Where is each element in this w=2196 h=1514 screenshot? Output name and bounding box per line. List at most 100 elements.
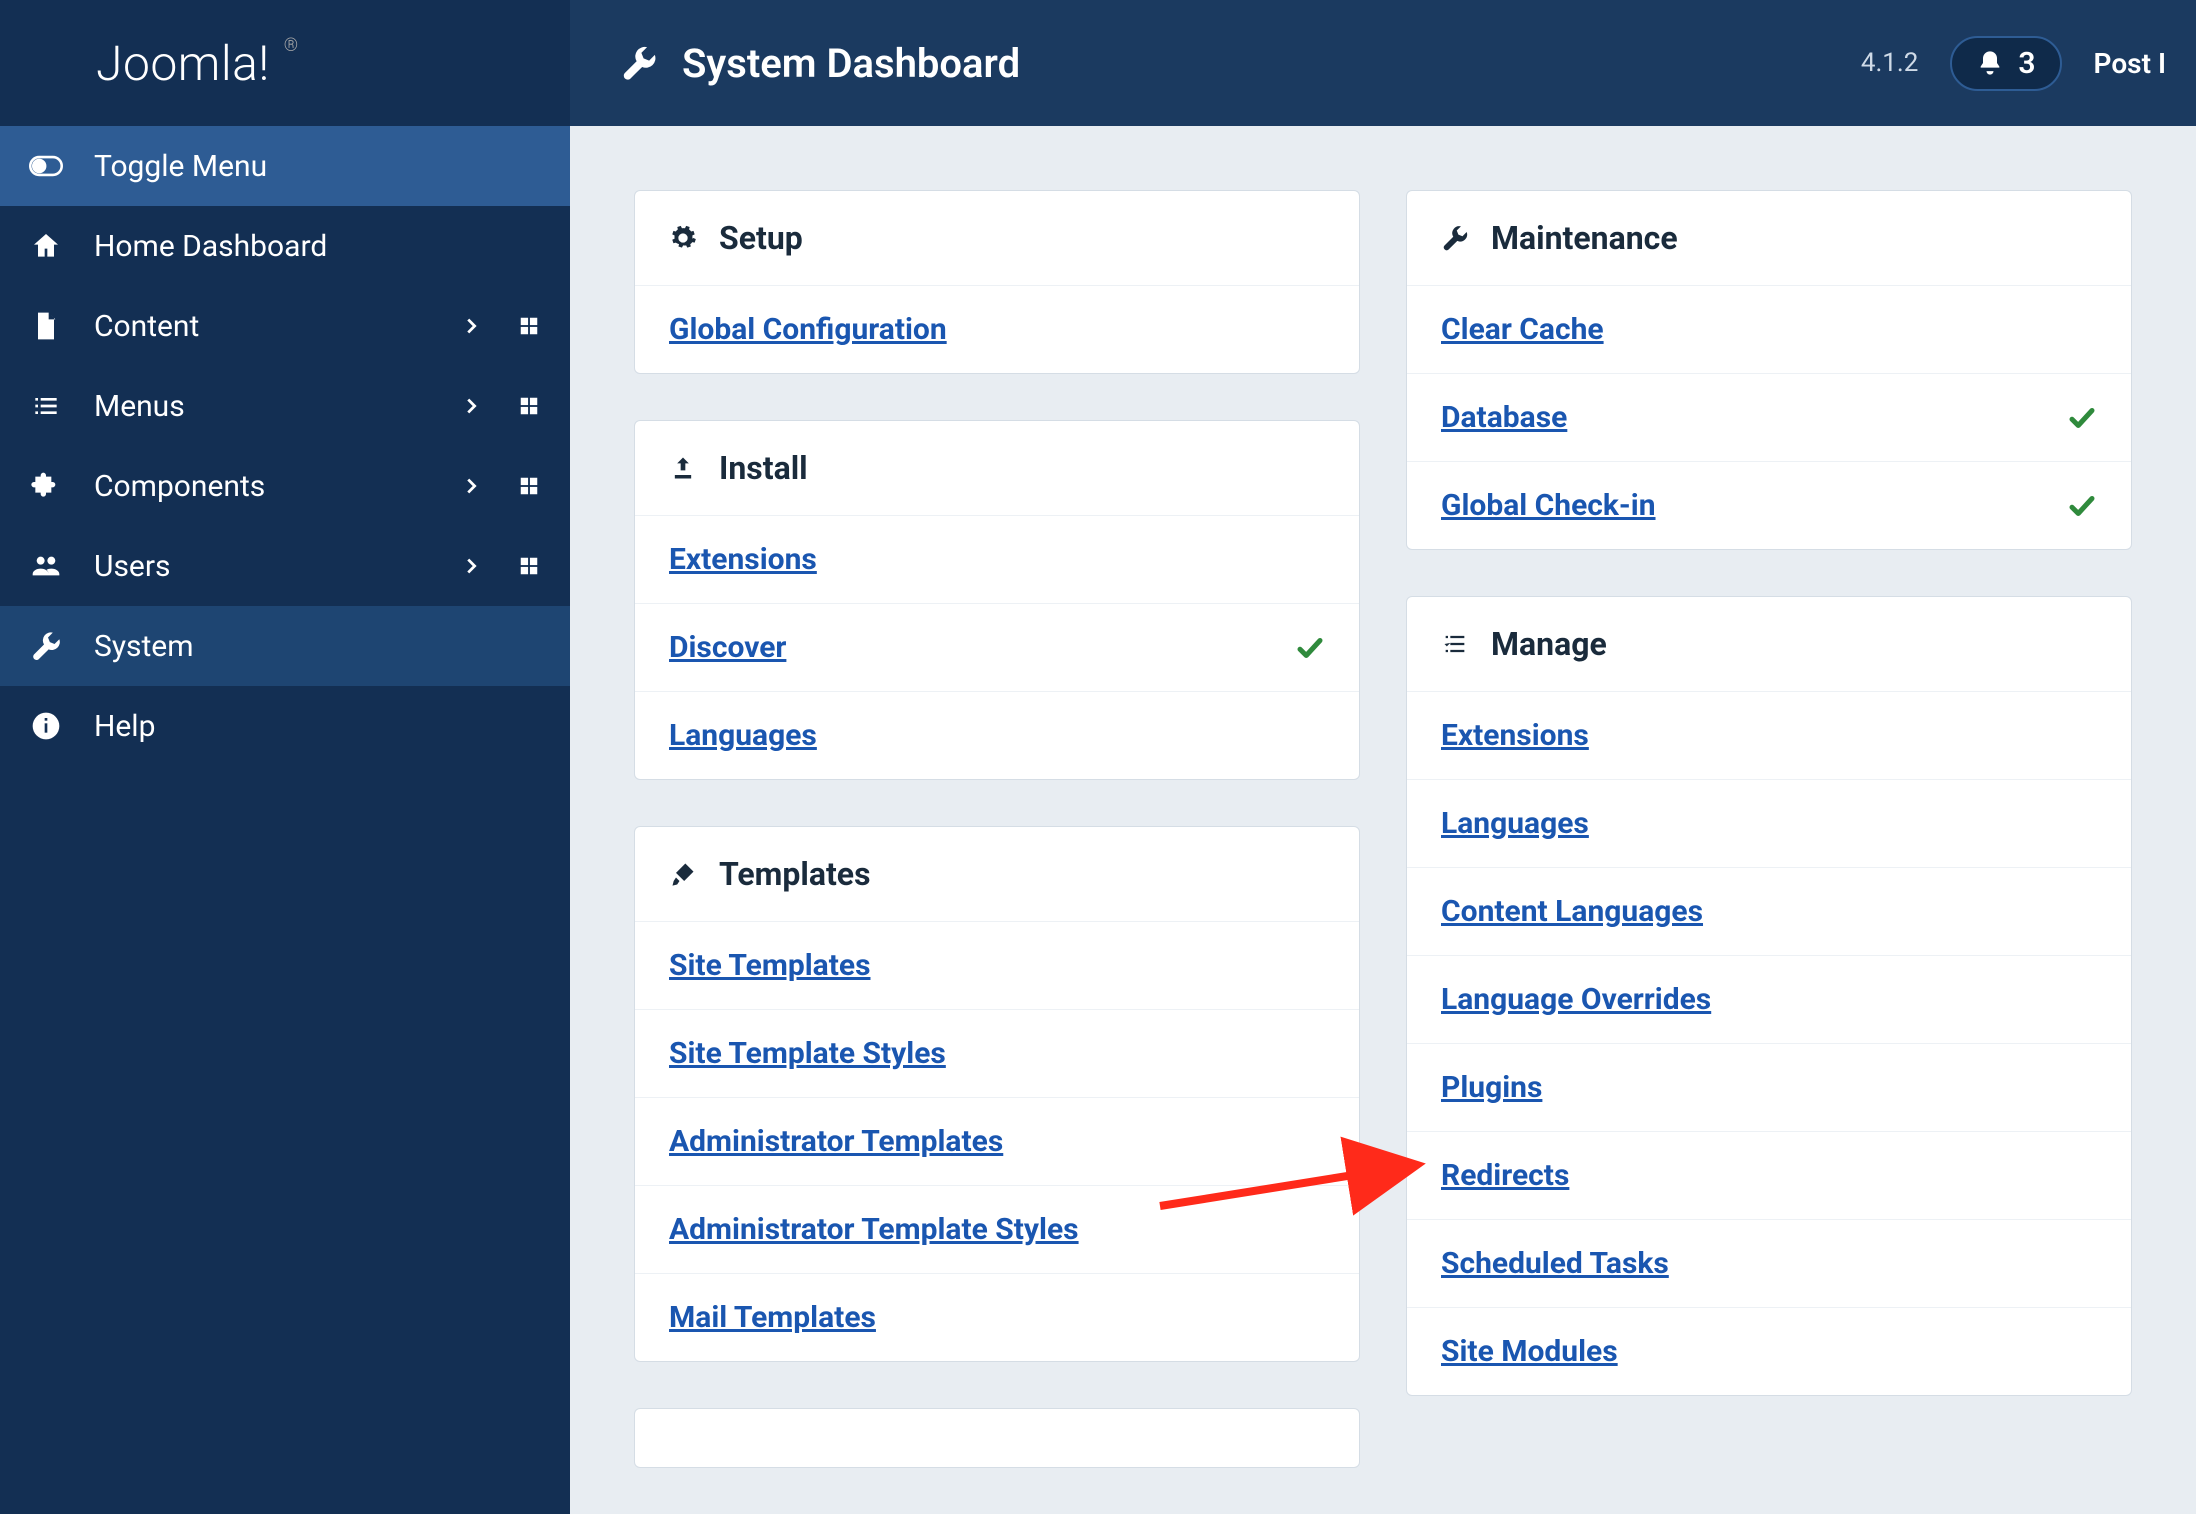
link-database[interactable]: Database (1441, 400, 1567, 435)
check-icon (2067, 491, 2097, 521)
dashboard-grid-icon[interactable] (514, 395, 544, 417)
panel-header: Setup (635, 191, 1359, 286)
sidebar-toggle-label: Toggle Menu (94, 149, 544, 184)
panel-title: Manage (1491, 625, 1607, 663)
home-icon (26, 230, 66, 262)
link-site-modules[interactable]: Site Modules (1441, 1334, 1618, 1369)
link-discover[interactable]: Discover (669, 630, 786, 665)
panel-row: Discover (635, 604, 1359, 692)
main-content: Setup Global Configuration Install Extensio… (570, 126, 2196, 1514)
page-title: System Dashboard (682, 40, 1020, 87)
chevron-right-icon (456, 555, 486, 577)
upload-icon (669, 454, 697, 482)
chevron-right-icon (456, 315, 486, 337)
link-administrator-templates[interactable]: Administrator Templates (669, 1124, 1003, 1159)
chevron-right-icon (456, 395, 486, 417)
dashboard-grid-icon[interactable] (514, 555, 544, 577)
dashboard-grid-icon[interactable] (514, 315, 544, 337)
panel-row: Extensions (635, 516, 1359, 604)
wrench-icon (26, 630, 66, 662)
link-content-languages[interactable]: Content Languages (1441, 894, 1703, 929)
link-site-templates[interactable]: Site Templates (669, 948, 871, 983)
link-redirects[interactable]: Redirects (1441, 1158, 1569, 1193)
panel-row: Languages (1407, 780, 2131, 868)
check-icon (2067, 403, 2097, 433)
wrench-icon (1441, 224, 1469, 252)
version-badge[interactable]: 4.1.2 (1827, 48, 1919, 78)
sidebar-toggle[interactable]: Toggle Menu (0, 126, 570, 206)
panel-row: Site Templates (635, 922, 1359, 1010)
sidebar-item-label: Help (94, 709, 428, 744)
sidebar-item-help[interactable]: Help (0, 686, 570, 766)
sidebar-item-label: Menus (94, 389, 428, 424)
link-extensions[interactable]: Extensions (669, 542, 817, 577)
chevron-right-icon (456, 475, 486, 497)
link-clear-cache[interactable]: Clear Cache (1441, 312, 1604, 347)
info-icon (26, 710, 66, 742)
sidebar-item-components[interactable]: Components (0, 446, 570, 526)
panel-row: Site Modules (1407, 1308, 2131, 1395)
sidebar-item-menus[interactable]: Menus (0, 366, 570, 446)
file-icon (26, 310, 66, 342)
dashboard-grid-icon[interactable] (514, 475, 544, 497)
app-header: Joomla! ® System Dashboard 4.1 (0, 0, 2196, 126)
panel-row: Administrator Template Styles (635, 1186, 1359, 1274)
sidebar-item-label: Components (94, 469, 428, 504)
panel-row: Global Configuration (635, 286, 1359, 373)
panel-row: Clear Cache (1407, 286, 2131, 374)
brand-name: Joomla! (96, 35, 270, 92)
panel-title: Templates (719, 855, 871, 893)
link-scheduled-tasks[interactable]: Scheduled Tasks (1441, 1246, 1669, 1281)
link-administrator-template-styles[interactable]: Administrator Template Styles (669, 1212, 1079, 1247)
panel-row: Global Check-in (1407, 462, 2131, 549)
panel-stub (634, 1408, 1360, 1468)
link-language-overrides[interactable]: Language Overrides (1441, 982, 1711, 1017)
link-mail-templates[interactable]: Mail Templates (669, 1300, 876, 1335)
sidebar-item-home-dashboard[interactable]: Home Dashboard (0, 206, 570, 286)
list-check-icon (1441, 630, 1469, 658)
puzzle-icon (26, 470, 66, 502)
notification-count: 3 (2018, 46, 2035, 81)
sidebar-item-label: Home Dashboard (94, 229, 428, 264)
link-languages[interactable]: Languages (1441, 806, 1589, 841)
panel-row: Extensions (1407, 692, 2131, 780)
panel-header: Templates (635, 827, 1359, 922)
joomla-logo-icon (28, 36, 82, 90)
sidebar-item-content[interactable]: Content (0, 286, 570, 366)
sidebar-item-system[interactable]: System (0, 606, 570, 686)
list-icon (26, 390, 66, 422)
header-main: System Dashboard 4.1.2 3 Post I (570, 0, 2196, 126)
panel-row: Administrator Templates (635, 1098, 1359, 1186)
link-extensions[interactable]: Extensions (1441, 718, 1589, 753)
brand-trademark: ® (284, 35, 299, 56)
panel-setup: Setup Global Configuration (634, 190, 1360, 374)
panel-row: Site Template Styles (635, 1010, 1359, 1098)
link-languages[interactable]: Languages (669, 718, 817, 753)
panel-maintenance: Maintenance Clear Cache Database Global Che… (1406, 190, 2132, 550)
panel-row: Scheduled Tasks (1407, 1220, 2131, 1308)
link-plugins[interactable]: Plugins (1441, 1070, 1542, 1105)
panel-header: Install (635, 421, 1359, 516)
toggle-icon (26, 154, 66, 178)
link-site-template-styles[interactable]: Site Template Styles (669, 1036, 946, 1071)
panel-row: Content Languages (1407, 868, 2131, 956)
sidebar-item-users[interactable]: Users (0, 526, 570, 606)
check-icon (1295, 633, 1325, 663)
panel-header: Maintenance (1407, 191, 2131, 286)
sidebar-item-label: System (94, 629, 428, 664)
post-installation-link[interactable]: Post I (2094, 47, 2166, 80)
brand-area[interactable]: Joomla! ® (0, 0, 570, 126)
panel-manage: Manage Extensions Languages Content Languag… (1406, 596, 2132, 1396)
panel-row: Database (1407, 374, 2131, 462)
panel-title: Setup (719, 219, 803, 257)
sidebar-item-label: Content (94, 309, 428, 344)
panel-row: Languages (635, 692, 1359, 779)
wrench-icon (620, 44, 658, 82)
users-icon (26, 550, 66, 582)
panel-header: Manage (1407, 597, 2131, 692)
notifications-button[interactable]: 3 (1950, 36, 2061, 91)
link-global-check-in[interactable]: Global Check-in (1441, 488, 1656, 523)
panel-title: Maintenance (1491, 219, 1678, 257)
version-text: 4.1.2 (1861, 48, 1919, 78)
link-global-configuration[interactable]: Global Configuration (669, 312, 947, 347)
